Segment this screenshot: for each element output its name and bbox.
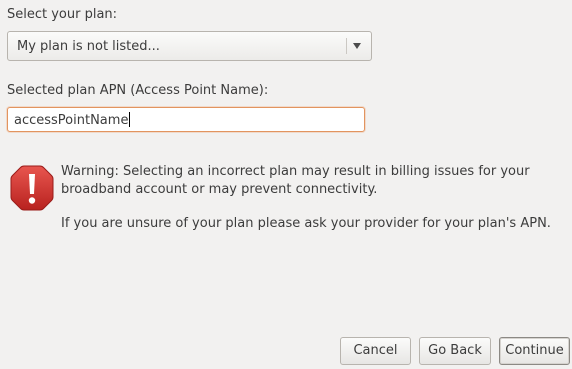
cancel-button[interactable]: Cancel [340, 337, 411, 365]
chevron-down-icon [353, 43, 361, 49]
plan-dropdown-value: My plan is not listed... [17, 39, 160, 54]
apn-input[interactable]: accessPointName [7, 107, 365, 132]
plan-label: Select your plan: [7, 7, 118, 22]
error-exclamation-icon [10, 165, 54, 211]
text-caret [129, 112, 131, 127]
go-back-button[interactable]: Go Back [419, 337, 491, 365]
apn-input-text: accessPointName [14, 112, 131, 128]
apn-label: Selected plan APN (Access Point Name): [7, 83, 269, 98]
warning-text-line3: If you are unsure of your plan please as… [61, 216, 551, 231]
warning-text-line2: broadband account or may prevent connect… [61, 182, 378, 197]
continue-button[interactable]: Continue [499, 337, 570, 365]
plan-dropdown[interactable]: My plan is not listed... [7, 31, 372, 61]
dropdown-separator [346, 38, 347, 54]
warning-text-line1: Warning: Selecting an incorrect plan may… [61, 164, 530, 179]
